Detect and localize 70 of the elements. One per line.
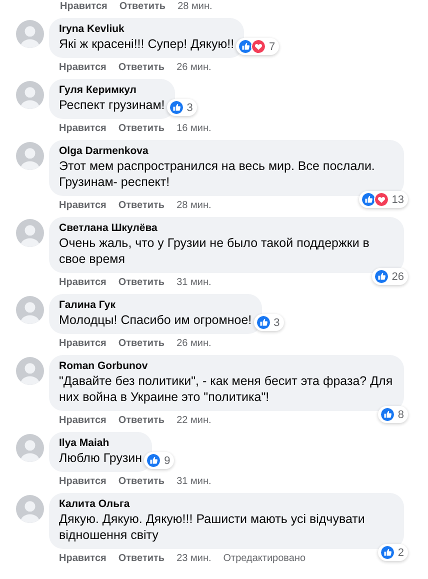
thumbs-up-icon bbox=[360, 192, 376, 207]
comment-time: 26 мин. bbox=[176, 61, 212, 74]
edited-label: Отредактировано bbox=[223, 552, 306, 565]
like-link[interactable]: Нравится bbox=[59, 414, 106, 427]
like-link[interactable]: Нравится bbox=[59, 475, 106, 488]
comment-text: Люблю Грузин bbox=[59, 450, 142, 466]
author-name[interactable]: Ilya Maiah bbox=[59, 437, 142, 450]
comment-time: 16 мин. bbox=[176, 122, 212, 135]
comment-text: Респект грузинам! bbox=[59, 97, 165, 113]
avatar-icon[interactable] bbox=[16, 219, 44, 247]
thumbs-up-icon bbox=[168, 100, 184, 115]
thumbs-up-icon bbox=[256, 315, 271, 330]
comment-time: 22 мин. bbox=[176, 414, 212, 427]
like-link[interactable]: Нравится bbox=[59, 122, 106, 135]
avatar-icon[interactable] bbox=[16, 20, 44, 48]
comment-text: Молодцы! Спасибо им огромное! bbox=[59, 312, 252, 328]
like-link[interactable]: Нравится bbox=[59, 276, 106, 289]
reply-link[interactable]: Ответить bbox=[118, 276, 165, 289]
reaction-badge[interactable]: 2 bbox=[378, 544, 408, 561]
author-name[interactable]: Iryna Kevliuk bbox=[59, 23, 234, 36]
reaction-badge[interactable]: 26 bbox=[372, 268, 408, 285]
reply-link[interactable]: Ответить bbox=[118, 475, 165, 488]
comment-time: 28 мин. bbox=[178, 0, 212, 13]
avatar-icon[interactable] bbox=[16, 434, 44, 462]
reaction-badge[interactable]: 8 bbox=[378, 406, 408, 423]
thumbs-up-icon bbox=[380, 545, 395, 560]
like-link[interactable]: Нравится bbox=[60, 0, 108, 13]
reaction-badge[interactable]: 3 bbox=[254, 314, 284, 331]
comment-text: Очень жаль, что у Грузии не было такой поддержки в свое время bbox=[59, 235, 370, 267]
reply-link[interactable]: Ответить bbox=[118, 122, 165, 135]
author-name[interactable]: Калита Ольга bbox=[59, 498, 394, 511]
reply-link[interactable]: Ответить bbox=[118, 552, 165, 565]
like-link[interactable]: Нравится bbox=[59, 199, 106, 212]
comment-text: "Давайте без политики", - как меня бесит эта фраза? Для них война в Украине это "политика"! bbox=[59, 373, 394, 405]
avatar-icon[interactable] bbox=[16, 142, 44, 170]
thumbs-up-icon bbox=[146, 453, 162, 468]
author-name[interactable]: Гуля Керимкул bbox=[59, 84, 165, 97]
avatar-icon[interactable] bbox=[16, 357, 44, 385]
like-link[interactable]: Нравится bbox=[59, 552, 106, 565]
author-name[interactable]: Olga Darmenkova bbox=[59, 145, 394, 158]
avatar-icon[interactable] bbox=[16, 296, 44, 324]
reply-link[interactable]: Ответить bbox=[118, 337, 165, 350]
thumbs-up-icon bbox=[374, 269, 389, 284]
comment-text: Этот мем распространился на весь мир. Все послали. Грузинам- респект! bbox=[59, 158, 376, 190]
comment-time: 28 мин. bbox=[176, 199, 212, 212]
reply-link[interactable]: Ответить bbox=[118, 61, 165, 74]
reaction-badge[interactable]: 13 bbox=[358, 191, 408, 208]
comment-text: Які ж красені!!! Супер! Дякую!! bbox=[59, 36, 234, 52]
comment-time: 23 мин. bbox=[176, 552, 212, 565]
heart-icon bbox=[374, 192, 389, 207]
comment-time: 26 мин. bbox=[176, 337, 212, 350]
heart-icon bbox=[251, 39, 266, 54]
reply-link[interactable]: Ответить bbox=[119, 0, 166, 13]
author-name[interactable]: Светлана Шкулёва bbox=[59, 222, 394, 235]
reply-link[interactable]: Ответить bbox=[118, 199, 165, 212]
avatar-icon[interactable] bbox=[16, 81, 44, 109]
comment-time: 31 мин. bbox=[176, 276, 212, 289]
thumbs-up-icon bbox=[238, 39, 254, 54]
reaction-badge[interactable]: 7 bbox=[236, 38, 280, 55]
thumbs-up-icon bbox=[380, 407, 395, 422]
comment-text: Дякую. Дякую. Дякую!!! Рашисти мають усі відчувати відношення світу bbox=[59, 511, 366, 543]
reaction-badge[interactable]: 9 bbox=[144, 452, 174, 469]
author-name[interactable]: Галина Гук bbox=[59, 299, 252, 312]
reaction-badge[interactable]: 3 bbox=[166, 99, 197, 116]
like-link[interactable]: Нравится bbox=[59, 337, 106, 350]
comment-time: 31 мин. bbox=[176, 475, 212, 488]
avatar-icon[interactable] bbox=[16, 495, 44, 523]
like-link[interactable]: Нравится bbox=[59, 61, 106, 74]
reply-link[interactable]: Ответить bbox=[118, 414, 165, 427]
author-name[interactable]: Roman Gorbunov bbox=[59, 360, 394, 373]
